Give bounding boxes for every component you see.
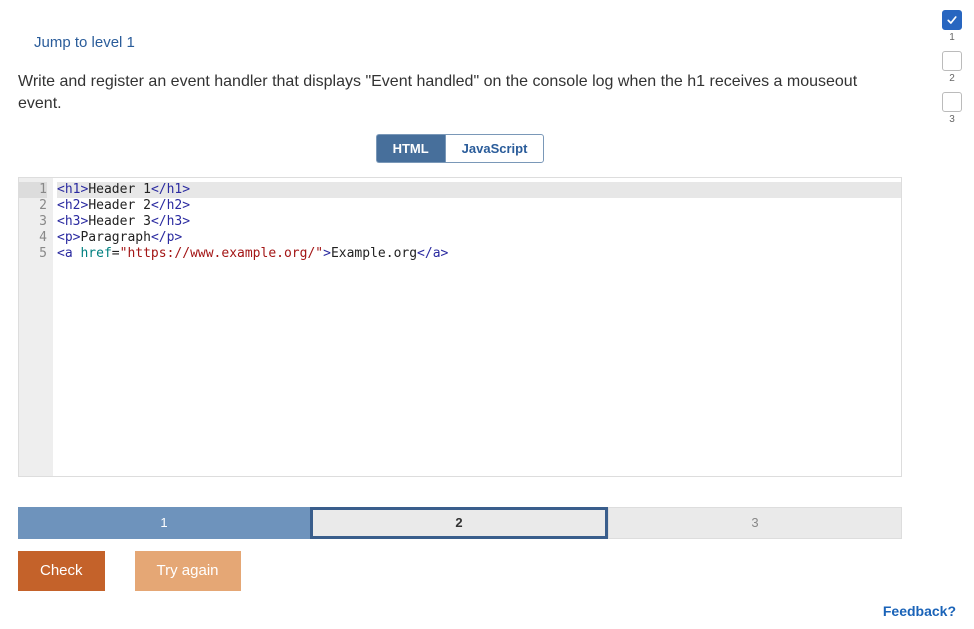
feedback-link[interactable]: Feedback? bbox=[883, 603, 956, 619]
code-line[interactable]: <a href="https://www.example.org/">Examp… bbox=[57, 246, 901, 262]
check-icon bbox=[942, 10, 962, 30]
code-line[interactable]: <h2>Header 2</h2> bbox=[57, 198, 901, 214]
line-number: 2 bbox=[19, 198, 47, 214]
side-progress-label: 3 bbox=[949, 114, 955, 125]
action-buttons: Check Try again bbox=[18, 551, 902, 591]
code-tabs: HTML JavaScript bbox=[18, 134, 902, 163]
check-button[interactable]: Check bbox=[18, 551, 105, 591]
side-progress-label: 1 bbox=[949, 32, 955, 43]
main-panel: Jump to level 1 Write and register an ev… bbox=[0, 0, 920, 591]
code-line[interactable]: <h1>Header 1</h1> bbox=[57, 182, 901, 198]
step-progress-bar: 123 bbox=[18, 507, 902, 539]
line-number: 3 bbox=[19, 214, 47, 230]
line-gutter: 12345 bbox=[19, 178, 53, 476]
code-line[interactable]: <p>Paragraph</p> bbox=[57, 230, 901, 246]
side-progress-item-2[interactable]: 2 bbox=[942, 51, 962, 90]
step-2[interactable]: 2 bbox=[310, 507, 608, 539]
side-progress: 1 2 3 bbox=[942, 10, 962, 131]
empty-box-icon bbox=[942, 92, 962, 112]
line-number: 5 bbox=[19, 246, 47, 262]
step-3[interactable]: 3 bbox=[608, 507, 902, 539]
code-editor[interactable]: 12345 <h1>Header 1</h1><h2>Header 2</h2>… bbox=[18, 177, 902, 477]
code-line[interactable]: <h3>Header 3</h3> bbox=[57, 214, 901, 230]
empty-box-icon bbox=[942, 51, 962, 71]
jump-to-level-link[interactable]: Jump to level 1 bbox=[34, 34, 902, 51]
question-prompt: Write and register an event handler that… bbox=[18, 71, 902, 116]
try-again-button[interactable]: Try again bbox=[135, 551, 241, 591]
line-number: 4 bbox=[19, 230, 47, 246]
line-number: 1 bbox=[19, 182, 47, 198]
tab-html[interactable]: HTML bbox=[376, 134, 445, 163]
code-area[interactable]: <h1>Header 1</h1><h2>Header 2</h2><h3>He… bbox=[53, 178, 901, 476]
side-progress-item-1[interactable]: 1 bbox=[942, 10, 962, 49]
side-progress-item-3[interactable]: 3 bbox=[942, 92, 962, 131]
step-1[interactable]: 1 bbox=[18, 507, 310, 539]
tab-javascript[interactable]: JavaScript bbox=[445, 134, 545, 163]
side-progress-label: 2 bbox=[949, 73, 955, 84]
